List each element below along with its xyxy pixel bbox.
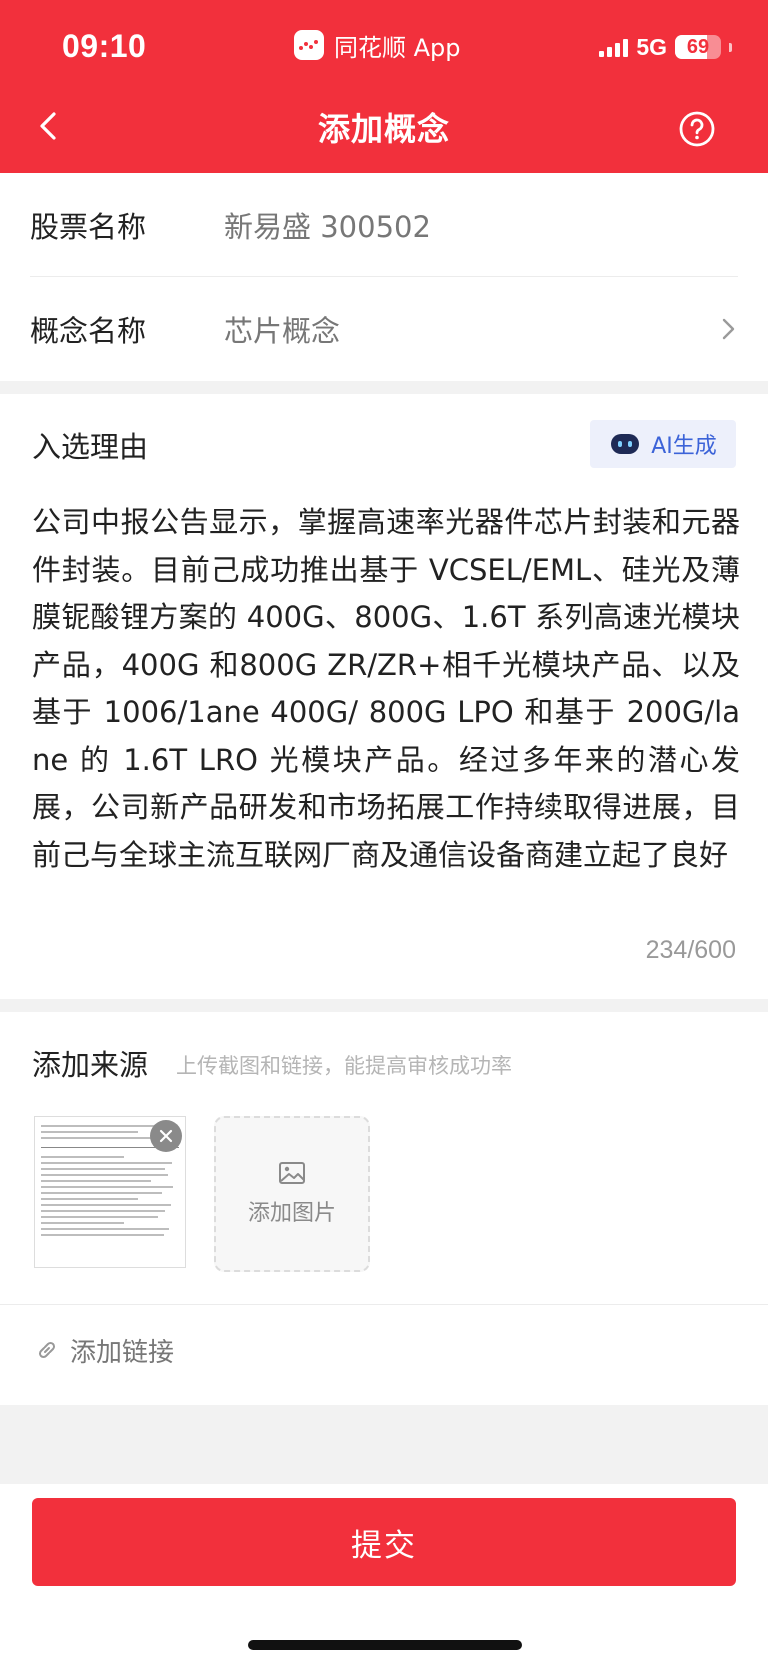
divider — [0, 1304, 768, 1305]
status-app-name: 同花顺 App — [334, 33, 461, 62]
reason-textarea[interactable]: 公司中报公告显示，掌握高速率光器件芯片封装和元器件封装。目前己成功推出基于 VC… — [32, 499, 740, 879]
add-link-button[interactable]: 添加链接 — [34, 1330, 174, 1370]
help-circle-icon — [679, 111, 715, 147]
image-icon — [279, 1162, 305, 1184]
remove-image-button[interactable] — [150, 1120, 182, 1152]
concept-label: 概念名称 — [30, 313, 147, 348]
home-indicator — [248, 1640, 522, 1650]
stock-row: 股票名称 新易盛 300502 — [30, 173, 738, 276]
header: 09:10 同花顺 App 5G 69 添加概念 — [0, 0, 768, 173]
submit-button[interactable]: 提交 — [32, 1498, 736, 1586]
ai-generate-button[interactable]: AI生成 — [590, 420, 736, 468]
app-logo-icon — [294, 30, 324, 60]
bottom-bar: 提交 — [0, 1484, 768, 1663]
help-button[interactable] — [678, 110, 716, 148]
char-counter: 234/600 — [645, 936, 736, 964]
battery-cap — [729, 42, 732, 52]
add-link-label: 添加链接 — [70, 1337, 175, 1368]
ai-generate-label: AI生成 — [651, 434, 717, 459]
battery-level: 69 — [686, 35, 710, 58]
status-time: 09:10 — [62, 28, 147, 64]
source-card: 添加来源 上传截图和链接，能提高审核成功率 添加图片 添加链接 — [0, 1012, 768, 1405]
close-icon — [159, 1129, 173, 1143]
link-icon — [38, 1341, 56, 1359]
robot-icon — [611, 434, 640, 454]
reason-title: 入选理由 — [32, 430, 149, 464]
reason-card: 入选理由 AI生成 公司中报公告显示，掌握高速率光器件芯片封装和元器件封装。目前… — [0, 394, 768, 999]
network-label: 5G — [636, 33, 667, 60]
source-hint: 上传截图和链接，能提高审核成功率 — [176, 1054, 512, 1078]
concept-value: 芯片概念 — [224, 313, 341, 348]
chevron-right-icon — [722, 318, 735, 339]
concept-row[interactable]: 概念名称 芯片概念 — [30, 277, 738, 380]
signal-icon — [599, 37, 629, 57]
add-image-label: 添加图片 — [247, 1201, 336, 1226]
add-image-button[interactable]: 添加图片 — [214, 1116, 370, 1272]
source-title: 添加来源 — [32, 1048, 149, 1082]
page-title: 添加概念 — [317, 110, 450, 148]
info-card: 股票名称 新易盛 300502 概念名称 芯片概念 — [0, 173, 768, 381]
stock-value: 新易盛 300502 — [224, 209, 431, 244]
stock-label: 股票名称 — [30, 209, 147, 244]
battery-icon: 69 — [675, 35, 721, 59]
status-right: 5G 69 — [599, 32, 732, 62]
status-app-indicator[interactable]: 同花顺 App — [294, 28, 461, 62]
